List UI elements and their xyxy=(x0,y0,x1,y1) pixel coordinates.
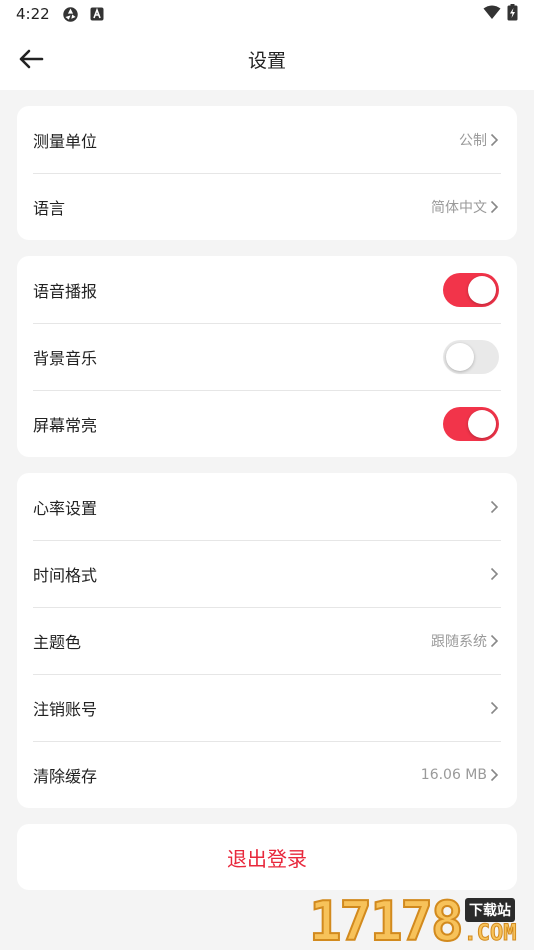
chevron-right-icon xyxy=(490,133,499,146)
row-label: 语音播报 xyxy=(33,281,98,301)
watermark-tag: 下载站 xyxy=(465,898,516,922)
chevron-right-icon xyxy=(490,567,499,580)
page-title: 设置 xyxy=(247,49,286,72)
row-cancel-account[interactable]: 注销账号 xyxy=(17,674,517,741)
row-label: 时间格式 xyxy=(33,565,98,585)
battery-charging-icon xyxy=(507,3,518,25)
row-measure-unit[interactable]: 测量单位 公制 xyxy=(17,106,517,173)
row-value: 公制 xyxy=(459,132,487,149)
row-value: 简体中文 xyxy=(431,199,487,216)
settings-group-general: 测量单位 公制 语言 简体中文 xyxy=(17,106,517,240)
chevron-right-icon xyxy=(490,200,499,213)
toggle-knob xyxy=(446,342,474,371)
row-label: 测量单位 xyxy=(33,131,98,151)
row-language[interactable]: 语言 简体中文 xyxy=(17,173,517,240)
row-label: 清除缓存 xyxy=(33,766,98,786)
chevron-right-icon xyxy=(490,634,499,647)
toggle-knob xyxy=(468,409,496,438)
row-label: 语言 xyxy=(33,198,66,218)
status-time: 4:22 xyxy=(16,5,50,23)
toggle-knob xyxy=(468,275,496,304)
row-heart-rate[interactable]: 心率设置 xyxy=(17,473,517,540)
logout-button[interactable]: 退出登录 xyxy=(17,824,517,890)
app-bar: 设置 xyxy=(0,28,534,90)
watermark-logo: 17178 下载站 .COM xyxy=(308,888,534,950)
status-bar: 4:22 xyxy=(0,0,534,28)
bg-music-toggle[interactable] xyxy=(443,339,499,374)
row-label: 心率设置 xyxy=(33,498,98,518)
watermark-digits: 17178 xyxy=(308,890,465,950)
row-label: 背景音乐 xyxy=(33,348,98,368)
chevron-right-icon xyxy=(490,500,499,513)
settings-group-other: 心率设置 时间格式 主题色 跟随系统 注销账号 清除缓存 16.06 MB xyxy=(17,473,517,808)
row-time-format[interactable]: 时间格式 xyxy=(17,540,517,607)
screen-on-toggle[interactable] xyxy=(443,406,499,441)
row-label: 屏幕常亮 xyxy=(33,415,98,435)
app-a-icon xyxy=(88,5,106,23)
row-theme-color[interactable]: 主题色 跟随系统 xyxy=(17,607,517,674)
voice-broadcast-toggle[interactable] xyxy=(443,272,499,307)
logout-label: 退出登录 xyxy=(227,846,307,871)
status-right xyxy=(483,3,518,25)
arrow-left-icon xyxy=(19,49,44,69)
wifi-icon xyxy=(483,5,501,24)
row-voice-broadcast: 语音播报 xyxy=(17,256,517,323)
row-value: 16.06 MB xyxy=(420,766,487,783)
watermark-com: .COM xyxy=(463,921,517,946)
row-value: 跟随系统 xyxy=(431,633,487,650)
row-label: 主题色 xyxy=(33,632,82,652)
chevron-right-icon xyxy=(490,701,499,714)
row-screen-on: 屏幕常亮 xyxy=(17,390,517,457)
chevron-right-icon xyxy=(490,768,499,781)
settings-group-toggles: 语音播报 背景音乐 屏幕常亮 xyxy=(17,256,517,457)
aperture-icon xyxy=(62,5,80,23)
row-clear-cache[interactable]: 清除缓存 16.06 MB xyxy=(17,741,517,808)
row-bg-music: 背景音乐 xyxy=(17,323,517,390)
back-button[interactable] xyxy=(14,42,48,76)
row-label: 注销账号 xyxy=(33,699,98,719)
